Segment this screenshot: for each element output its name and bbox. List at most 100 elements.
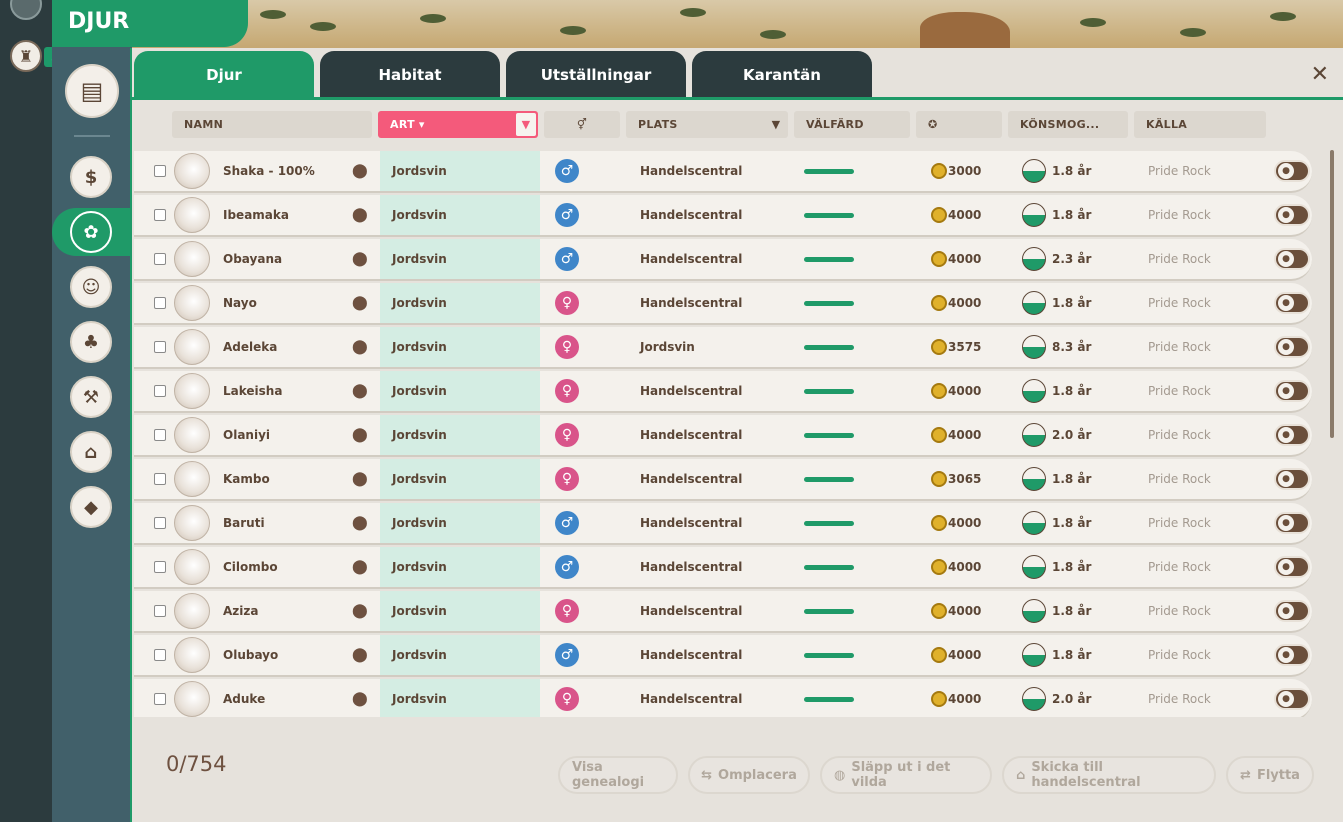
toggle-button[interactable]: ●: [1274, 468, 1310, 490]
animal-name[interactable]: Nayo: [223, 283, 343, 323]
clipboard-icon[interactable]: ▤: [65, 64, 119, 118]
row-checkbox[interactable]: [154, 297, 166, 309]
education-icon[interactable]: ◆: [70, 486, 112, 528]
tab-djur[interactable]: Djur: [134, 51, 314, 98]
column-value[interactable]: ✪: [916, 111, 1002, 138]
row-checkbox[interactable]: [154, 517, 166, 529]
location-pin-icon[interactable]: ⬤: [352, 459, 368, 499]
shop-icon[interactable]: ⌂: [70, 431, 112, 473]
location-pin-icon[interactable]: ⬤: [352, 503, 368, 543]
staff-icon[interactable]: ☺: [70, 266, 112, 308]
filter-icon[interactable]: ▼: [516, 113, 536, 136]
animal-name[interactable]: Shaka - 100%: [223, 151, 343, 191]
animal-name[interactable]: Aduke: [223, 679, 343, 717]
table-row[interactable]: Obayana ⬤ Jordsvin ♂ Handelscentral 4000…: [134, 239, 1312, 281]
maintenance-icon[interactable]: ⚒: [70, 376, 112, 418]
row-checkbox[interactable]: [154, 561, 166, 573]
row-checkbox[interactable]: [154, 649, 166, 661]
table-row[interactable]: Cilombo ⬤ Jordsvin ♂ Handelscentral 4000…: [134, 547, 1312, 589]
column-place[interactable]: PLATS ▼: [626, 111, 788, 138]
show-genealogy-button[interactable]: Visa genealogi: [558, 756, 678, 794]
column-source[interactable]: KÄLLA: [1134, 111, 1266, 138]
location-pin-icon[interactable]: ⬤: [352, 151, 368, 191]
row-checkbox[interactable]: [154, 693, 166, 705]
location-pin-icon[interactable]: ⬤: [352, 283, 368, 323]
table-row[interactable]: Aziza ⬤ Jordsvin ♀ Handelscentral 4000 1…: [134, 591, 1312, 633]
animal-name[interactable]: Lakeisha: [223, 371, 343, 411]
table-row[interactable]: Nayo ⬤ Jordsvin ♀ Handelscentral 4000 1.…: [134, 283, 1312, 325]
animal-name[interactable]: Baruti: [223, 503, 343, 543]
toggle-button[interactable]: ●: [1274, 688, 1310, 710]
toggle-button[interactable]: ●: [1274, 644, 1310, 666]
paw-icon[interactable]: ✿: [70, 211, 112, 253]
location-pin-icon[interactable]: ⬤: [352, 371, 368, 411]
animal-name[interactable]: Aziza: [223, 591, 343, 631]
column-maturity[interactable]: KÖNSMOG...: [1008, 111, 1128, 138]
column-species[interactable]: ART ▾ ▼: [378, 111, 538, 138]
location-pin-icon[interactable]: ⬤: [352, 591, 368, 631]
table-row[interactable]: Shaka - 100% ⬤ Jordsvin ♂ Handelscentral…: [134, 151, 1312, 193]
toggle-button[interactable]: ●: [1274, 380, 1310, 402]
location-pin-icon[interactable]: ⬤: [352, 635, 368, 675]
animal-name[interactable]: Adeleka: [223, 327, 343, 367]
animal-name[interactable]: Ibeamaka: [223, 195, 343, 235]
location-pin-icon[interactable]: ⬤: [352, 239, 368, 279]
table-row[interactable]: Aduke ⬤ Jordsvin ♀ Handelscentral 4000 2…: [134, 679, 1312, 717]
toggle-button[interactable]: ●: [1274, 204, 1310, 226]
animal-value: 4000: [948, 692, 982, 706]
table-row[interactable]: Baruti ⬤ Jordsvin ♂ Handelscentral 4000 …: [134, 503, 1312, 545]
release-to-wild-button[interactable]: ◍ Släpp ut i det vilda: [820, 756, 992, 794]
toggle-button[interactable]: ●: [1274, 292, 1310, 314]
tab-karantan[interactable]: Karantän: [692, 51, 872, 98]
tab-habitat[interactable]: Habitat: [320, 51, 500, 98]
table-row[interactable]: Ibeamaka ⬤ Jordsvin ♂ Handelscentral 400…: [134, 195, 1312, 237]
table-row[interactable]: Olaniyi ⬤ Jordsvin ♀ Handelscentral 4000…: [134, 415, 1312, 457]
table-row[interactable]: Kambo ⬤ Jordsvin ♀ Handelscentral 3065 1…: [134, 459, 1312, 501]
toggle-button[interactable]: ●: [1274, 424, 1310, 446]
row-checkbox[interactable]: [154, 473, 166, 485]
location-pin-icon[interactable]: ⬤: [352, 327, 368, 367]
table-row[interactable]: Lakeisha ⬤ Jordsvin ♀ Handelscentral 400…: [134, 371, 1312, 413]
animal-name[interactable]: Kambo: [223, 459, 343, 499]
location-pin-icon[interactable]: ⬤: [352, 195, 368, 235]
table-row[interactable]: Adeleka ⬤ Jordsvin ♀ Jordsvin 3575 8.3 å…: [134, 327, 1312, 369]
welfare-bar: [804, 565, 854, 570]
location-pin-icon[interactable]: ⬤: [352, 415, 368, 455]
send-to-trade-center-button[interactable]: ⌂ Skicka till handelscentral: [1002, 756, 1216, 794]
toggle-button[interactable]: ●: [1274, 248, 1310, 270]
toggle-button[interactable]: ●: [1274, 556, 1310, 578]
staff-avatar-icon[interactable]: ♜: [10, 40, 42, 72]
animal-name[interactable]: Olaniyi: [223, 415, 343, 455]
row-checkbox[interactable]: [154, 209, 166, 221]
toggle-button[interactable]: ●: [1274, 336, 1310, 358]
toggle-button[interactable]: ●: [1274, 160, 1310, 182]
column-welfare[interactable]: VÄLFÄRD: [794, 111, 910, 138]
settings-icon[interactable]: [10, 0, 42, 20]
row-checkbox[interactable]: [154, 605, 166, 617]
relocate-button[interactable]: ⇆ Omplacera: [688, 756, 810, 794]
scrollbar[interactable]: [1330, 150, 1334, 438]
column-sex[interactable]: ⚥: [544, 111, 620, 138]
row-checkbox[interactable]: [154, 429, 166, 441]
animal-name[interactable]: Obayana: [223, 239, 343, 279]
animal-value: 4000: [948, 428, 982, 442]
animal-species: Jordsvin: [380, 283, 540, 323]
toggle-button[interactable]: ●: [1274, 512, 1310, 534]
tab-utstallningar[interactable]: Utställningar: [506, 51, 686, 98]
animal-name[interactable]: Cilombo: [223, 547, 343, 587]
filter-icon[interactable]: ▼: [766, 113, 786, 136]
row-checkbox[interactable]: [154, 253, 166, 265]
animal-care-icon[interactable]: ♣: [70, 321, 112, 363]
location-pin-icon[interactable]: ⬤: [352, 547, 368, 587]
row-checkbox[interactable]: [154, 385, 166, 397]
finance-icon[interactable]: $: [70, 156, 112, 198]
row-checkbox[interactable]: [154, 165, 166, 177]
location-pin-icon[interactable]: ⬤: [352, 679, 368, 717]
table-row[interactable]: Olubayo ⬤ Jordsvin ♂ Handelscentral 4000…: [134, 635, 1312, 677]
column-name[interactable]: NAMN: [172, 111, 372, 138]
close-icon[interactable]: ✕: [1311, 62, 1329, 87]
toggle-button[interactable]: ●: [1274, 600, 1310, 622]
row-checkbox[interactable]: [154, 341, 166, 353]
animal-name[interactable]: Olubayo: [223, 635, 343, 675]
transfer-button[interactable]: ⇄ Flytta: [1226, 756, 1314, 794]
